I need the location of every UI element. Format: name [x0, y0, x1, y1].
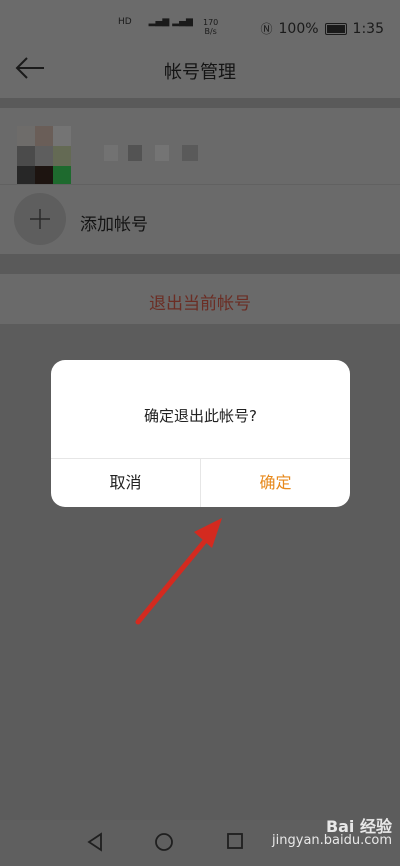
network-speed-unit: B/s — [204, 27, 217, 36]
battery-percent: 100% — [278, 20, 319, 37]
section-divider — [0, 98, 400, 108]
network-speed-value: 170 — [203, 18, 219, 27]
section-divider — [0, 254, 400, 274]
cancel-button[interactable]: 取消 — [51, 459, 200, 507]
confirm-logout-dialog: 确定退出此帐号? 取消 确定 — [51, 360, 350, 507]
watermark-url: jingyan.baidu.com — [272, 833, 392, 848]
signal-indicators: HD ▂▄▆ ▂▄▆ — [118, 17, 193, 27]
page-title: 帐号管理 — [164, 62, 236, 83]
nav-back-icon[interactable] — [86, 832, 104, 852]
clock: 1:35 — [352, 20, 384, 37]
status-right: Ⓝ 100% 1:35 — [261, 20, 385, 37]
battery-icon — [324, 22, 347, 35]
avatar — [17, 126, 71, 186]
network-speed: 170 B/s — [203, 18, 218, 36]
watermark-brand: Bai 经验 — [325, 817, 392, 836]
add-account-row[interactable]: 添加帐号 — [0, 184, 400, 255]
sim-label: HD — [118, 17, 135, 27]
confirm-button[interactable]: 确定 — [201, 459, 350, 507]
app-header: 帐号管理 — [0, 38, 400, 98]
nav-home-icon[interactable] — [154, 832, 174, 852]
add-account-circle — [14, 193, 66, 245]
dialog-message: 确定退出此帐号? — [144, 407, 257, 425]
logout-button[interactable]: 退出当前帐号 — [0, 274, 400, 324]
current-account-row[interactable] — [0, 108, 400, 186]
baidu-watermark: Bai 经验 jingyan.baidu.com — [272, 817, 392, 848]
nfc-icon: Ⓝ — [260, 22, 273, 36]
blurred-username — [80, 145, 200, 165]
add-account-label: 添加帐号 — [80, 215, 148, 235]
plus-icon — [30, 209, 50, 229]
logout-label: 退出当前帐号 — [149, 294, 251, 314]
annotation-arrow-icon — [135, 518, 222, 625]
nav-recents-icon[interactable] — [226, 832, 244, 850]
